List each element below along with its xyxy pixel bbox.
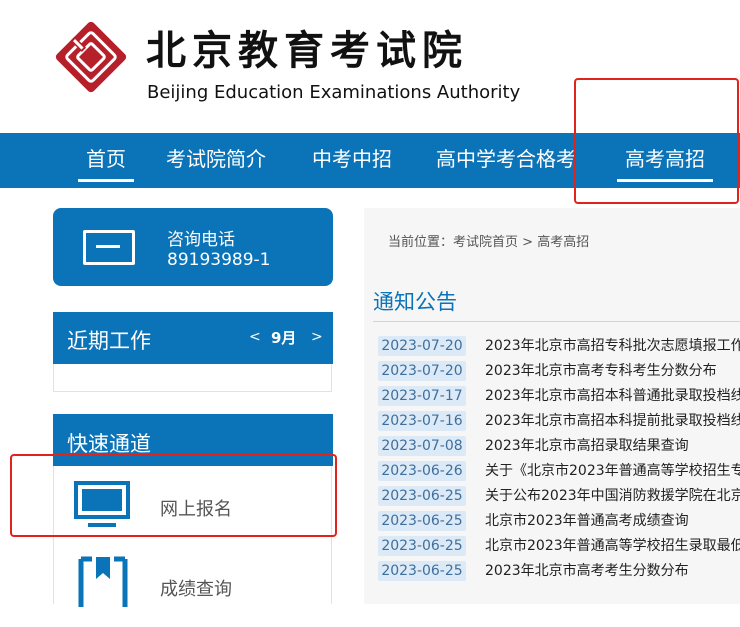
- phone-card: 咨询电话 89193989-1: [53, 208, 333, 286]
- breadcrumb: 当前位置：考试院首页 > 高考高招: [388, 231, 589, 250]
- quick-link-label: 成绩查询: [160, 579, 232, 600]
- quick-access-header: 快速通道: [53, 414, 333, 466]
- nav-item-zhongkao[interactable]: 中考中招: [312, 133, 392, 188]
- notice-link[interactable]: 北京市2023年普通高考成绩查询: [485, 511, 740, 531]
- quick-link-score-query[interactable]: 成绩查询: [54, 547, 332, 627]
- notice-date: 2023-07-17: [378, 386, 466, 406]
- notice-row[interactable]: 2023-07-17 2023年北京市高招本科普通批录取投档线: [378, 386, 740, 406]
- notice-divider: [373, 321, 740, 322]
- notice-date: 2023-06-26: [378, 461, 466, 481]
- phone-card-icon: [83, 230, 135, 265]
- notice-date: 2023-07-20: [378, 336, 466, 356]
- nav-item-about[interactable]: 考试院简介: [166, 133, 266, 188]
- notice-link[interactable]: 2023年北京市高考考生分数分布: [485, 561, 740, 581]
- site-title: 北京教育考试院: [146, 27, 468, 74]
- breadcrumb-home-link[interactable]: 考试院首页: [453, 235, 518, 250]
- notice-row[interactable]: 2023-07-16 2023年北京市高招本科提前批录取投档线: [378, 411, 740, 431]
- notice-date: 2023-06-25: [378, 536, 466, 556]
- site-subtitle: Beijing Education Examinations Authority: [147, 82, 521, 103]
- quick-link-online-registration[interactable]: 网上报名: [54, 467, 332, 547]
- notice-section-title: 通知公告: [373, 290, 457, 314]
- notice-row[interactable]: 2023-06-25 北京市2023年普通高等学校招生录取最低: [378, 536, 740, 556]
- quick-access-title: 快速通道: [67, 432, 151, 456]
- phone-number: 89193989-1: [167, 250, 271, 270]
- notice-date: 2023-06-25: [378, 486, 466, 506]
- notice-row[interactable]: 2023-06-25 关于公布2023年中国消防救援学院在北京: [378, 486, 740, 506]
- notice-date: 2023-07-20: [378, 361, 466, 381]
- monitor-icon: [74, 481, 130, 527]
- notice-link[interactable]: 2023年北京市高招本科提前批录取投档线: [485, 411, 740, 431]
- quick-access-panel: 快速通道 网上报名 成绩查询: [53, 414, 333, 607]
- month-label: 9月: [271, 329, 297, 347]
- notice-link[interactable]: 2023年北京市高招本科普通批录取投档线: [485, 386, 740, 406]
- month-prev-button[interactable]: <: [249, 329, 261, 345]
- notice-date: 2023-06-25: [378, 511, 466, 531]
- bookmark-icon: [78, 556, 128, 607]
- notice-date: 2023-07-08: [378, 436, 466, 456]
- notice-link[interactable]: 2023年北京市高招录取结果查询: [485, 436, 740, 456]
- notice-link[interactable]: 关于公布2023年中国消防救援学院在北京: [485, 486, 740, 506]
- beea-logo-icon: [55, 21, 127, 93]
- phone-label: 咨询电话: [167, 230, 235, 250]
- notice-date: 2023-06-25: [378, 561, 466, 581]
- notice-row[interactable]: 2023-06-25 2023年北京市高考考生分数分布: [378, 561, 740, 581]
- notice-link[interactable]: 关于《北京市2023年普通高等学校招生专: [485, 461, 740, 481]
- notice-link[interactable]: 北京市2023年普通高等学校招生录取最低: [485, 536, 740, 556]
- nav-item-gaokao[interactable]: 高考高招: [617, 133, 713, 188]
- breadcrumb-current[interactable]: 高考高招: [537, 235, 589, 250]
- notice-row[interactable]: 2023-06-25 北京市2023年普通高考成绩查询: [378, 511, 740, 531]
- recent-work-panel: 近期工作 < 9月 >: [53, 312, 333, 392]
- month-next-button[interactable]: >: [311, 329, 323, 345]
- notice-row[interactable]: 2023-07-20 2023年北京市高招专科批次志愿填报工作: [378, 336, 740, 356]
- breadcrumb-prefix: 当前位置：: [388, 235, 454, 250]
- quick-link-label: 网上报名: [160, 499, 232, 520]
- main-nav: 首页 考试院简介 中考中招 高中学考合格考 高考高招: [0, 133, 740, 188]
- recent-work-header: 近期工作 < 9月 >: [53, 312, 333, 364]
- content-panel: 当前位置：考试院首页 > 高考高招 通知公告 2023-07-20 2023年北…: [364, 208, 740, 604]
- breadcrumb-separator: >: [522, 235, 534, 250]
- notice-row[interactable]: 2023-07-20 2023年北京市高考专科考生分数分布: [378, 361, 740, 381]
- notice-row[interactable]: 2023-06-26 关于《北京市2023年普通高等学校招生专: [378, 461, 740, 481]
- nav-item-home[interactable]: 首页: [78, 133, 134, 188]
- notice-row[interactable]: 2023-07-08 2023年北京市高招录取结果查询: [378, 436, 740, 456]
- notice-link[interactable]: 2023年北京市高考专科考生分数分布: [485, 361, 740, 381]
- nav-item-xuekao[interactable]: 高中学考合格考: [436, 133, 576, 188]
- recent-work-title: 近期工作: [67, 329, 151, 353]
- notice-date: 2023-07-16: [378, 411, 466, 431]
- notice-link[interactable]: 2023年北京市高招专科批次志愿填报工作: [485, 336, 740, 356]
